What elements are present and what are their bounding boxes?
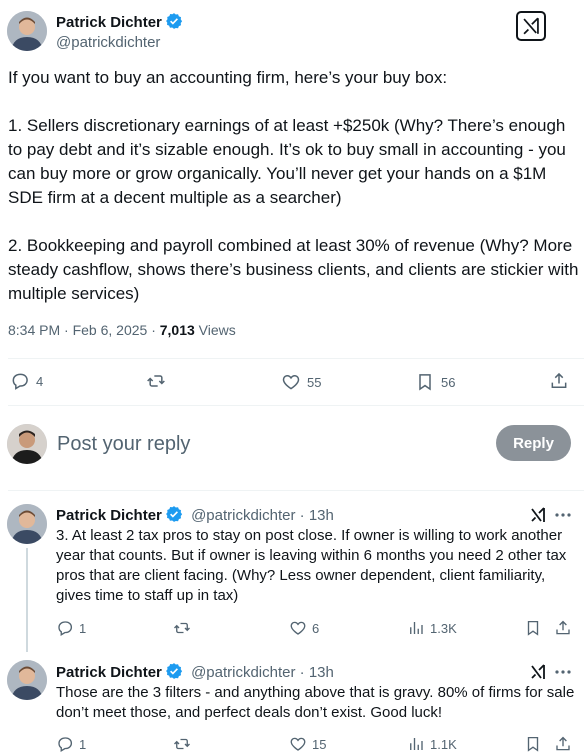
views-count: 1.3K [430,620,457,636]
tweet-time: 8:34 PM · Feb 6, 2025 · [8,322,160,338]
share-icon [554,619,572,637]
thread-line [26,548,28,652]
view-count: 7,013 [159,322,195,338]
like-icon [289,735,307,753]
reply-author-avatar[interactable] [7,660,47,700]
repost-button[interactable] [146,371,172,391]
like-count: 55 [307,374,322,390]
bookmark-button[interactable]: 56 [415,372,455,392]
repost-button[interactable] [173,619,191,637]
reply-author-avatar[interactable] [7,504,47,544]
like-button[interactable]: 6 [289,619,319,637]
like-button[interactable]: 15 [289,735,326,753]
share-button[interactable] [554,619,572,637]
views-button[interactable]: 1.1K [407,735,457,753]
repost-icon [173,619,191,637]
tweet-timestamp[interactable]: 8:34 PM · Feb 6, 2025 · 7,013 Views [8,322,236,338]
submit-reply-button[interactable]: Reply [496,425,571,461]
author-name[interactable]: Patrick Dichter [56,12,183,31]
like-icon [281,372,301,392]
divider [8,490,584,491]
bookmark-icon [524,735,542,753]
author-handle[interactable]: @patrickdichter [56,34,160,51]
reply-header: Patrick Dichter @patrickdichter · 13h [56,662,334,681]
like-icon [289,619,307,637]
author-avatar[interactable] [7,11,47,51]
reply-time[interactable]: · 13h [296,664,334,681]
bookmark-button[interactable] [524,619,542,637]
share-button[interactable] [554,735,572,753]
like-count: 6 [312,620,320,636]
reply-button[interactable]: 1 [56,735,86,753]
more-icon[interactable] [553,662,573,682]
current-user-avatar [7,424,47,464]
verified-badge-icon [165,505,183,523]
reply-author-handle[interactable]: @patrickdichter [191,507,295,524]
verified-badge-icon [165,662,183,680]
like-count: 15 [312,736,327,752]
repost-icon [146,371,166,391]
share-icon [554,735,572,753]
share-icon [549,371,569,391]
reply-button[interactable]: 1 [56,619,86,637]
reply-button[interactable]: 4 [10,371,43,391]
views-icon [407,735,425,753]
more-icon[interactable] [553,505,573,525]
views-button[interactable]: 1.3K [407,619,457,637]
reply-text: 3. At least 2 tax pros to stay on post c… [56,527,567,604]
reply-author-handle[interactable]: @patrickdichter [191,664,295,681]
bookmark-icon [524,619,542,637]
reply-icon [56,735,74,753]
reply-count: 1 [79,620,87,636]
reply-count: 4 [36,373,44,389]
reply-author-name[interactable]: Patrick Dichter [56,507,162,524]
reply-count: 1 [79,736,87,752]
reply-input[interactable] [57,430,477,458]
reply-text: Those are the 3 filters - and anything a… [56,684,575,721]
share-button[interactable] [549,371,569,391]
bookmark-button[interactable] [524,735,542,753]
reply-author-name[interactable]: Patrick Dichter [56,664,162,681]
views-icon [407,619,425,637]
grok-icon[interactable] [528,505,548,525]
divider [8,405,584,406]
repost-icon [173,735,191,753]
bookmark-count: 56 [441,374,456,390]
repost-button[interactable] [173,735,191,753]
reply-icon [10,371,30,391]
reply-header: Patrick Dichter @patrickdichter · 13h [56,505,334,524]
tweet-text: If you want to buy an accounting firm, h… [8,68,579,303]
like-button[interactable]: 55 [281,372,321,392]
views-label: Views [194,322,236,338]
grok-icon[interactable] [516,11,546,41]
bookmark-icon [415,372,435,392]
reply-time[interactable]: · 13h [296,507,334,524]
views-count: 1.1K [430,736,457,752]
grok-icon[interactable] [528,662,548,682]
reply-icon [56,619,74,637]
verified-badge-icon [165,12,183,30]
divider [8,358,584,359]
